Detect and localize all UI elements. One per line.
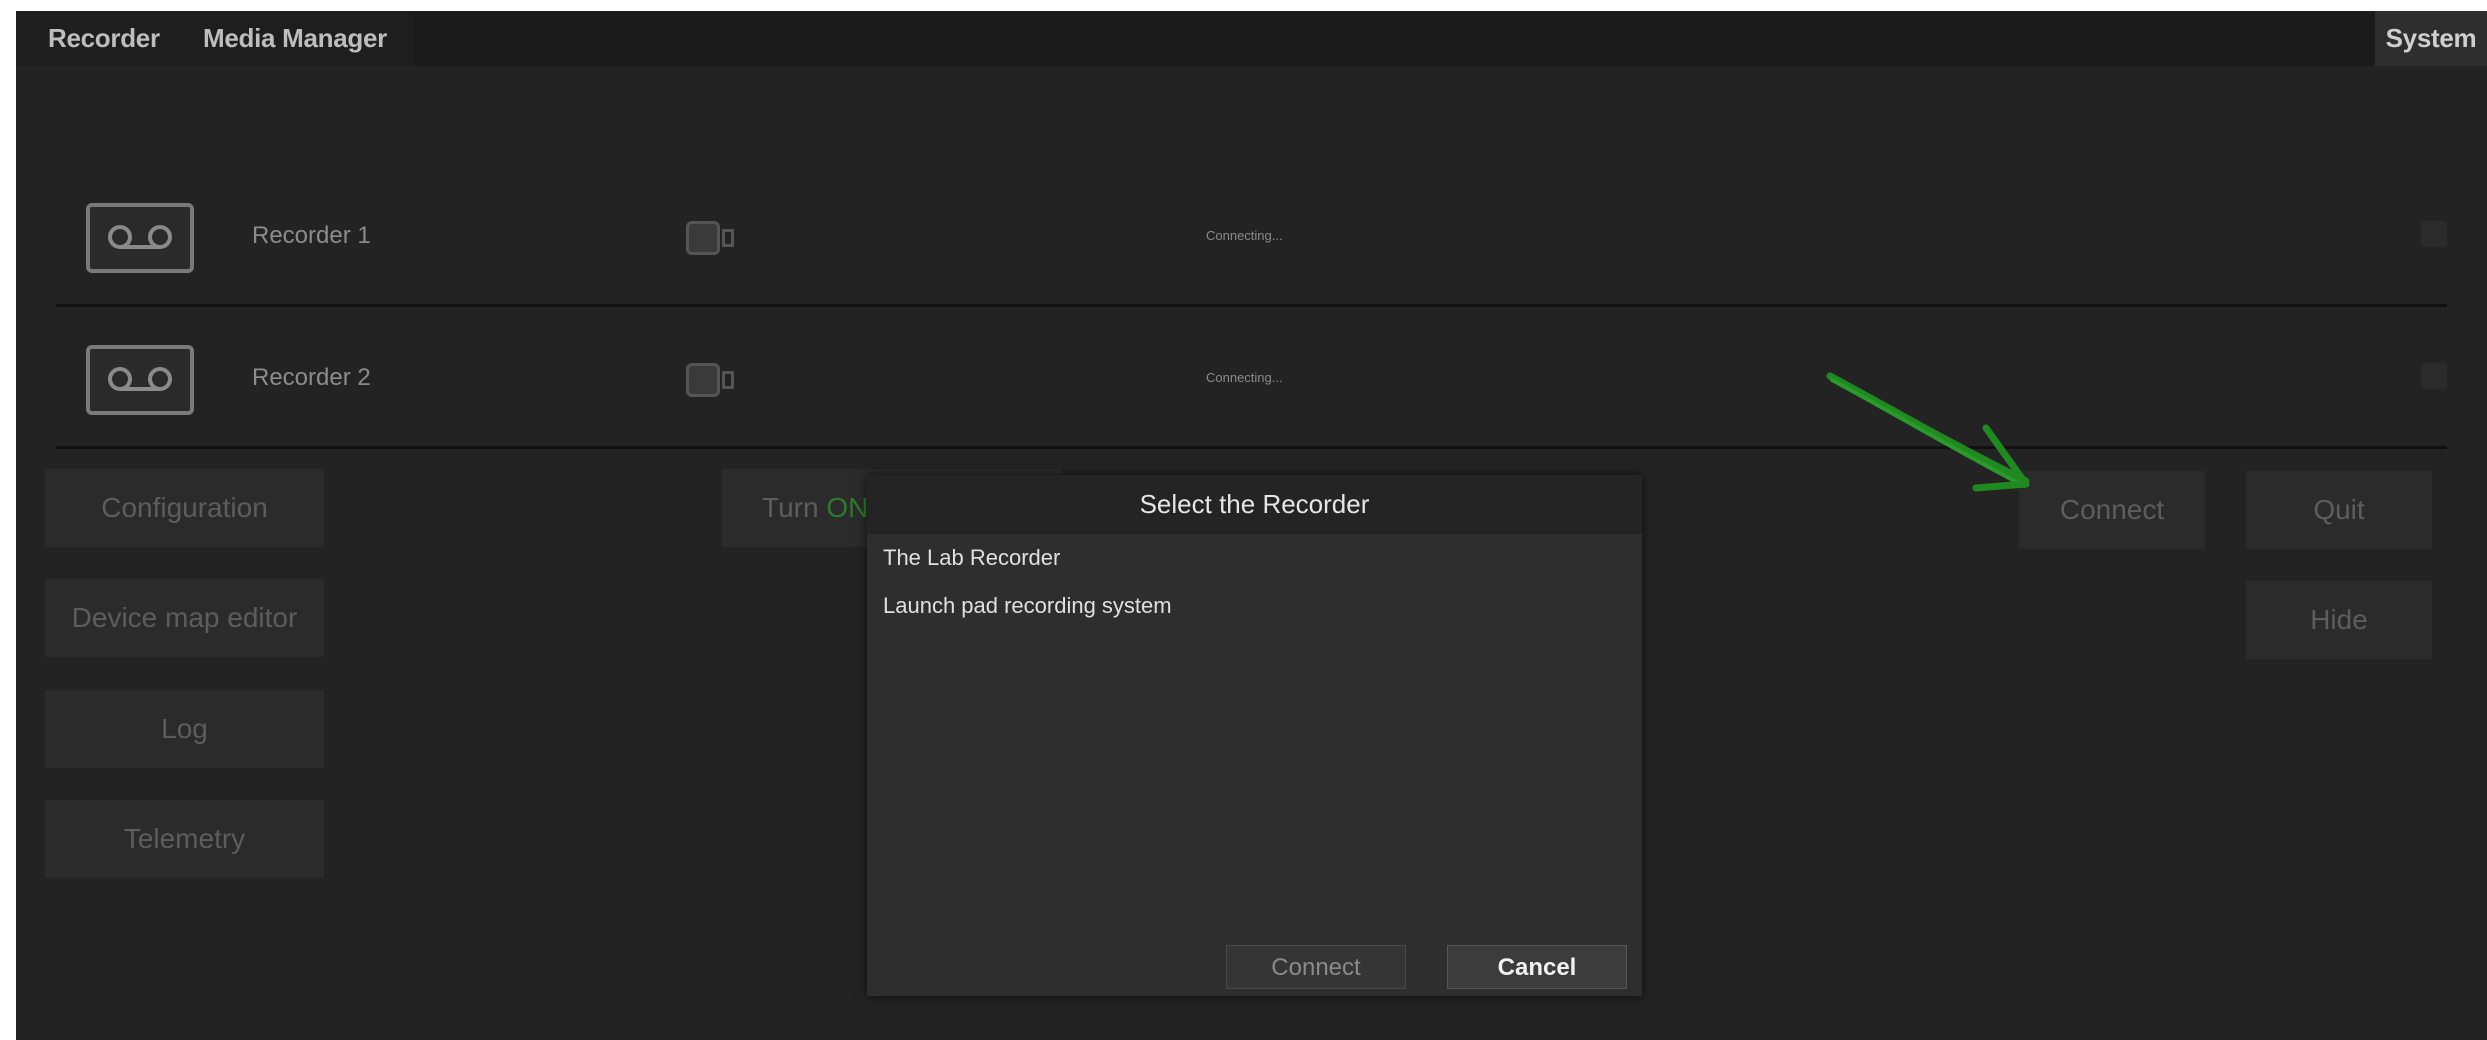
menu-recorder[interactable]: Recorder (48, 11, 160, 66)
camera-icon (686, 363, 734, 397)
quit-button[interactable]: Quit (2246, 471, 2432, 549)
recorder-row-2[interactable]: Recorder 2 Connecting... (56, 307, 2447, 449)
device-map-editor-button[interactable]: Device map editor (45, 579, 324, 657)
tape-recorder-icon (86, 345, 194, 415)
recorder-name: Recorder 1 (252, 222, 371, 249)
log-button[interactable]: Log (45, 690, 324, 768)
turn-label: Turn (762, 492, 819, 523)
divider (56, 446, 2447, 449)
recorder-list: The Lab Recorder Launch pad recording sy… (867, 534, 1642, 630)
recorder-menu-button[interactable] (2421, 363, 2447, 389)
tape-recorder-icon (86, 203, 194, 273)
dialog-connect-button[interactable]: Connect (1226, 945, 1406, 989)
configuration-button[interactable]: Configuration (45, 469, 324, 547)
recorder-status: Connecting... (1206, 370, 1283, 385)
menubar-left: Recorder Media Manager (16, 11, 414, 66)
telemetry-button[interactable]: Telemetry (45, 800, 324, 878)
annotation-arrow-icon (1826, 372, 2030, 492)
camera-icon (686, 221, 734, 255)
recorder-status: Connecting... (1206, 228, 1283, 243)
recorder-name: Recorder 2 (252, 364, 371, 391)
recorder-row-1[interactable]: Recorder 1 Connecting... (56, 165, 2447, 307)
dialog-cancel-button[interactable]: Cancel (1447, 945, 1627, 989)
app-window: Recorder Media Manager System Recorder 1… (16, 11, 2487, 1040)
dialog-title: Select the Recorder (867, 475, 1642, 534)
menubar: Recorder Media Manager System (16, 11, 2487, 66)
menu-system[interactable]: System (2375, 11, 2487, 66)
select-recorder-dialog: Select the Recorder The Lab Recorder Lau… (867, 475, 1642, 996)
turn-state: ON (826, 492, 869, 523)
recorder-menu-button[interactable] (2421, 221, 2447, 247)
list-item[interactable]: Launch pad recording system (867, 582, 1642, 630)
list-item[interactable]: The Lab Recorder (867, 534, 1642, 582)
hide-button[interactable]: Hide (2246, 581, 2432, 659)
menu-media-manager[interactable]: Media Manager (203, 11, 387, 66)
